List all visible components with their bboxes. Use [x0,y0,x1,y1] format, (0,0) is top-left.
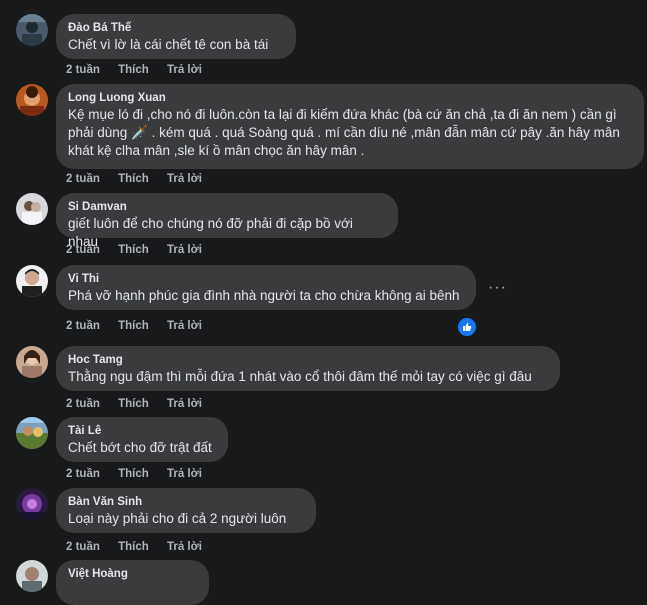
like-link[interactable]: Thích [118,468,149,480]
avatar[interactable] [16,265,48,297]
comment-author[interactable]: Hoc Tamg [68,353,548,368]
comment-text: Chết vì lờ là cái chết tê con bà tái [68,37,269,52]
comment-actions: 2 tuần Thích Trả lời [66,398,217,410]
comment-actions: 2 tuần Thích Trả lời [66,244,217,256]
reply-link[interactable]: Trả lời [167,64,202,76]
comment-text: Loại này phải cho đi cả 2 người luôn [68,511,287,526]
like-link[interactable]: Thích [118,398,149,410]
comment-bubble: Hoc Tamg Thằng ngu đậm thì mỗi đứa 1 nhá… [56,346,560,391]
like-link[interactable]: Thích [118,541,149,553]
like-link[interactable]: Thích [118,173,149,185]
time-label[interactable]: 2 tuần [66,468,100,480]
comment-text: Kệ mụe ló đi ,cho nó đi luôn.còn ta lại … [68,107,620,158]
avatar[interactable] [16,84,48,116]
time-label[interactable]: 2 tuần [66,173,100,185]
time-label[interactable]: 2 tuần [66,64,100,76]
avatar[interactable] [16,346,48,378]
like-link[interactable]: Thích [118,244,149,256]
comment-bubble: Bàn Văn Sinh Loại này phải cho đi cả 2 n… [56,488,316,533]
comment-author[interactable]: Việt Hoàng [68,567,197,582]
thumbs-up-icon [463,323,472,331]
avatar[interactable] [16,488,48,520]
like-reaction-icon[interactable] [456,316,478,338]
reply-link[interactable]: Trả lời [167,320,202,332]
like-link[interactable]: Thích [118,320,149,332]
comment-text: Chết bớt cho đỡ trật đất [68,440,212,455]
comment-author[interactable]: Vi Thi [68,272,464,287]
like-link[interactable]: Thích [118,0,149,3]
avatar[interactable] [16,560,48,592]
comment-bubble: Việt Hoàng [56,560,209,605]
comment-author[interactable]: Đào Bá Thế [68,21,284,36]
reply-link[interactable]: Trả lời [167,541,202,553]
comment-author[interactable]: Long Luong Xuan [68,91,632,106]
reply-link[interactable]: Trả lời [167,0,202,3]
reply-link[interactable]: Trả lời [167,468,202,480]
avatar[interactable] [16,417,48,449]
comment-bubble: Đào Bá Thế Chết vì lờ là cái chết tê con… [56,14,296,59]
comment-author[interactable]: Si Damvan [68,200,386,215]
comment-bubble: Long Luong Xuan Kệ mụe ló đi ,cho nó đi … [56,84,644,169]
comment-text: Phá vỡ hạnh phúc gia đình nhà người ta c… [68,288,460,303]
time-label[interactable]: 2 tuần [66,398,100,410]
comment-author[interactable]: Tài Lê [68,424,216,439]
avatar[interactable] [16,193,48,225]
comment-actions: 2 tuần Thích Trả lời [66,173,217,185]
comment-actions: 2 tuần Thích Trả lời [66,541,217,553]
avatar[interactable] [16,14,48,46]
comment-bubble: Si Damvan giết luôn để cho chúng nó đỡ p… [56,193,398,249]
time-label[interactable]: 2 tuần [66,320,100,332]
reply-link[interactable]: Trả lời [167,398,202,410]
comment-actions: 2 tuần Thích Trả lời [66,64,217,76]
like-link[interactable]: Thích [118,64,149,76]
reply-link[interactable]: Trả lời [167,244,202,256]
comment-actions: 2 tuần Thích Trả lời [66,320,217,332]
time-label[interactable]: 2 tuần [66,244,100,256]
time-label[interactable]: 2 tuần [66,0,100,3]
more-options-icon[interactable]: ··· [488,279,507,297]
comment-actions: 2 tuần Thích Trả lời [66,468,217,480]
comment-text: Thằng ngu đậm thì mỗi đứa 1 nhát vào cổ … [68,369,532,384]
comment-author[interactable]: Bàn Văn Sinh [68,495,304,510]
comment-bubble: Vi Thi Phá vỡ hạnh phúc gia đình nhà ngư… [56,265,476,310]
time-label[interactable]: 2 tuần [66,541,100,553]
reply-link[interactable]: Trả lời [167,173,202,185]
comment-actions-top: 2 tuần Thích Trả lời [66,0,217,3]
comment-bubble: Tài Lê Chết bớt cho đỡ trật đất [56,417,228,462]
